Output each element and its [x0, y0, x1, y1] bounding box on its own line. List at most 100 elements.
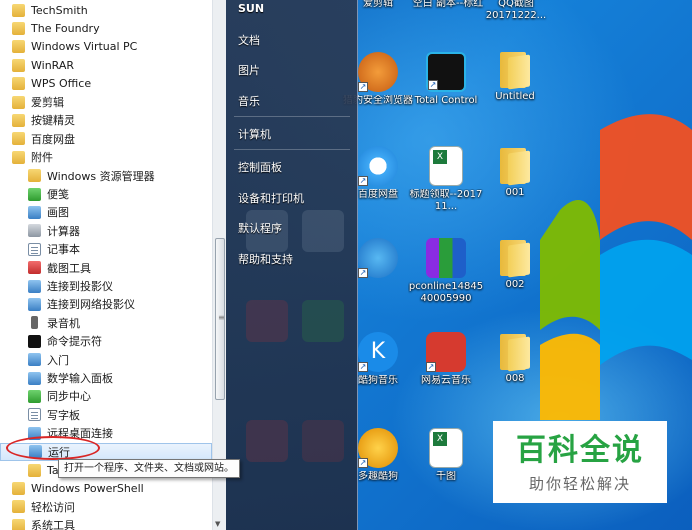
desktop-icon-folder-untitled[interactable]: Untitled: [477, 50, 553, 103]
command-prompt-icon: [28, 334, 41, 348]
program-item-folder[interactable]: 按键精灵: [0, 111, 212, 129]
folder-icon: [28, 463, 41, 477]
program-item-label: 录音机: [47, 316, 80, 330]
program-item-label: 同步中心: [47, 390, 91, 404]
all-programs-list: TechSmith The Foundry Windows Virtual PC Wi…: [0, 0, 226, 530]
program-item-explorer[interactable]: Windows 资源管理器: [0, 167, 212, 185]
program-item-label: 截图工具: [47, 261, 91, 275]
program-item-label: 命令提示符: [47, 335, 102, 349]
desktop-icon-netease-music[interactable]: ↗ 网易云音乐: [408, 332, 484, 387]
projector-icon: [28, 279, 41, 293]
desktop-icon-folder-008[interactable]: 008: [477, 332, 553, 385]
desktop-top-label[interactable]: 空白 副本--标红: [410, 0, 486, 10]
desktop-icon-folder-001[interactable]: 001: [477, 146, 553, 199]
scroll-thumb[interactable]: ≡: [215, 238, 225, 400]
program-item-snipping-tool[interactable]: 截图工具: [0, 259, 212, 277]
right-link-user[interactable]: SUN: [238, 2, 264, 15]
program-item-calculator[interactable]: 计算器: [0, 222, 212, 240]
right-link-computer[interactable]: 计算机: [238, 126, 271, 142]
program-item-folder[interactable]: WPS Office: [0, 75, 212, 93]
scroll-down-icon[interactable]: ▼: [215, 520, 220, 528]
program-item-command-prompt[interactable]: 命令提示符: [0, 332, 212, 350]
program-item-label: 记事本: [47, 243, 80, 257]
program-item-label: 轻松访问: [31, 500, 75, 514]
excel-file-icon: X: [429, 146, 463, 186]
program-item-folder[interactable]: The Foundry: [0, 19, 212, 37]
desktop-icon-winrar-archive[interactable]: pconline1484540005990: [408, 238, 484, 305]
desktop-icon-excel-qiantu[interactable]: X 千图: [408, 428, 484, 483]
windows-logo-wallpaper: [540, 114, 692, 420]
folder-icon: [12, 481, 25, 495]
program-item-sync-center[interactable]: 同步中心: [0, 387, 212, 405]
program-item-label: 入门: [47, 353, 69, 367]
grip-icon: ≡: [218, 313, 225, 322]
total-control-icon: ↗: [426, 52, 466, 92]
right-link-help-support[interactable]: 帮助和支持: [238, 251, 293, 267]
game-icon: ↗: [358, 428, 398, 468]
program-item-label: WPS Office: [31, 77, 92, 91]
paint-icon: [28, 205, 41, 219]
sticky-notes-icon: [28, 187, 41, 201]
start-menu-right-pane: SUN 文档 图片 音乐 计算机 控制面板 设备和打印机 默认程序 帮助和支持: [226, 0, 358, 530]
program-item-microphone[interactable]: 录音机: [0, 314, 212, 332]
winrar-archive-icon: [426, 238, 466, 278]
program-item-folder[interactable]: TechSmith: [0, 1, 212, 19]
program-item-math-input[interactable]: 数学输入面板: [0, 369, 212, 387]
program-item-folder[interactable]: 轻松访问: [0, 498, 212, 516]
baidu-netdisk-icon: ↗: [358, 146, 398, 186]
right-link-devices-printers[interactable]: 设备和打印机: [238, 190, 304, 206]
program-item-folder[interactable]: Windows PowerShell: [0, 479, 212, 497]
folder-icon: [12, 518, 25, 530]
folder-icon: [500, 332, 530, 370]
folder-icon: [500, 146, 530, 184]
right-link-music[interactable]: 音乐: [238, 93, 260, 109]
kugou-icon: K ↗: [358, 332, 398, 372]
program-item-folder[interactable]: Windows Virtual PC: [0, 38, 212, 56]
program-item-label: 画图: [47, 206, 69, 220]
excel-file-icon: X: [429, 428, 463, 468]
program-item-folder[interactable]: 附件: [0, 148, 212, 166]
watermark-subtitle: 助你轻松解决: [528, 475, 631, 493]
program-item-folder[interactable]: 系统工具: [0, 516, 212, 530]
program-item-label: 便笺: [47, 188, 69, 201]
right-link-default-programs[interactable]: 默认程序: [238, 220, 282, 236]
desktop-icon-excel-title[interactable]: X 标题领取--2017 11...: [408, 146, 484, 213]
right-link-documents[interactable]: 文档: [238, 32, 260, 48]
right-link-pictures[interactable]: 图片: [238, 62, 260, 78]
program-item-label: 数学输入面板: [47, 372, 113, 385]
math-input-icon: [28, 371, 41, 385]
desktop-icon-total-control[interactable]: ↗ Total Control: [408, 52, 484, 107]
start-menu: TechSmith The Foundry Windows Virtual PC Wi…: [0, 0, 358, 530]
program-item-folder[interactable]: 百度网盘: [0, 130, 212, 148]
program-item-paint[interactable]: 画图: [0, 203, 212, 221]
explorer-icon: [28, 169, 41, 183]
program-item-label: 计算器: [47, 224, 80, 238]
sync-center-icon: [28, 389, 41, 403]
right-link-control-panel[interactable]: 控制面板: [238, 159, 282, 175]
program-item-label: TechSmith: [31, 3, 88, 17]
program-item-label: Ta: [47, 463, 59, 477]
calculator-icon: [28, 224, 41, 238]
program-item-projector[interactable]: 连接到投影仪: [0, 277, 212, 295]
folder-icon: [12, 150, 25, 164]
program-item-wordpad[interactable]: 写字板: [0, 406, 212, 424]
cheetah-browser-icon: ↗: [358, 52, 398, 92]
desktop-icon-folder-002[interactable]: 002: [477, 238, 553, 291]
program-item-label: Windows Virtual PC: [31, 40, 138, 54]
program-item-folder[interactable]: 爱剪辑: [0, 93, 212, 111]
program-item-folder[interactable]: WinRAR: [0, 56, 212, 74]
watermark-title: 百科全说: [516, 433, 644, 468]
program-item-label: 按键精灵: [31, 114, 75, 128]
program-item-sticky-notes[interactable]: 便笺: [0, 185, 212, 203]
snipping-tool-icon: [28, 261, 41, 275]
folder-icon: [500, 50, 530, 88]
program-item-getting-started[interactable]: 入门: [0, 351, 212, 369]
programs-scrollbar[interactable]: ≡ ▼: [212, 0, 226, 530]
folder-icon: [12, 3, 25, 17]
notepad-icon: [28, 242, 41, 256]
netease-music-icon: ↗: [426, 332, 466, 372]
desktop-top-label[interactable]: QQ截图20171222...: [478, 0, 554, 22]
program-item-label: The Foundry: [31, 21, 100, 35]
program-item-notepad[interactable]: 记事本: [0, 240, 212, 258]
program-item-network-projector[interactable]: 连接到网络投影仪: [0, 295, 212, 313]
